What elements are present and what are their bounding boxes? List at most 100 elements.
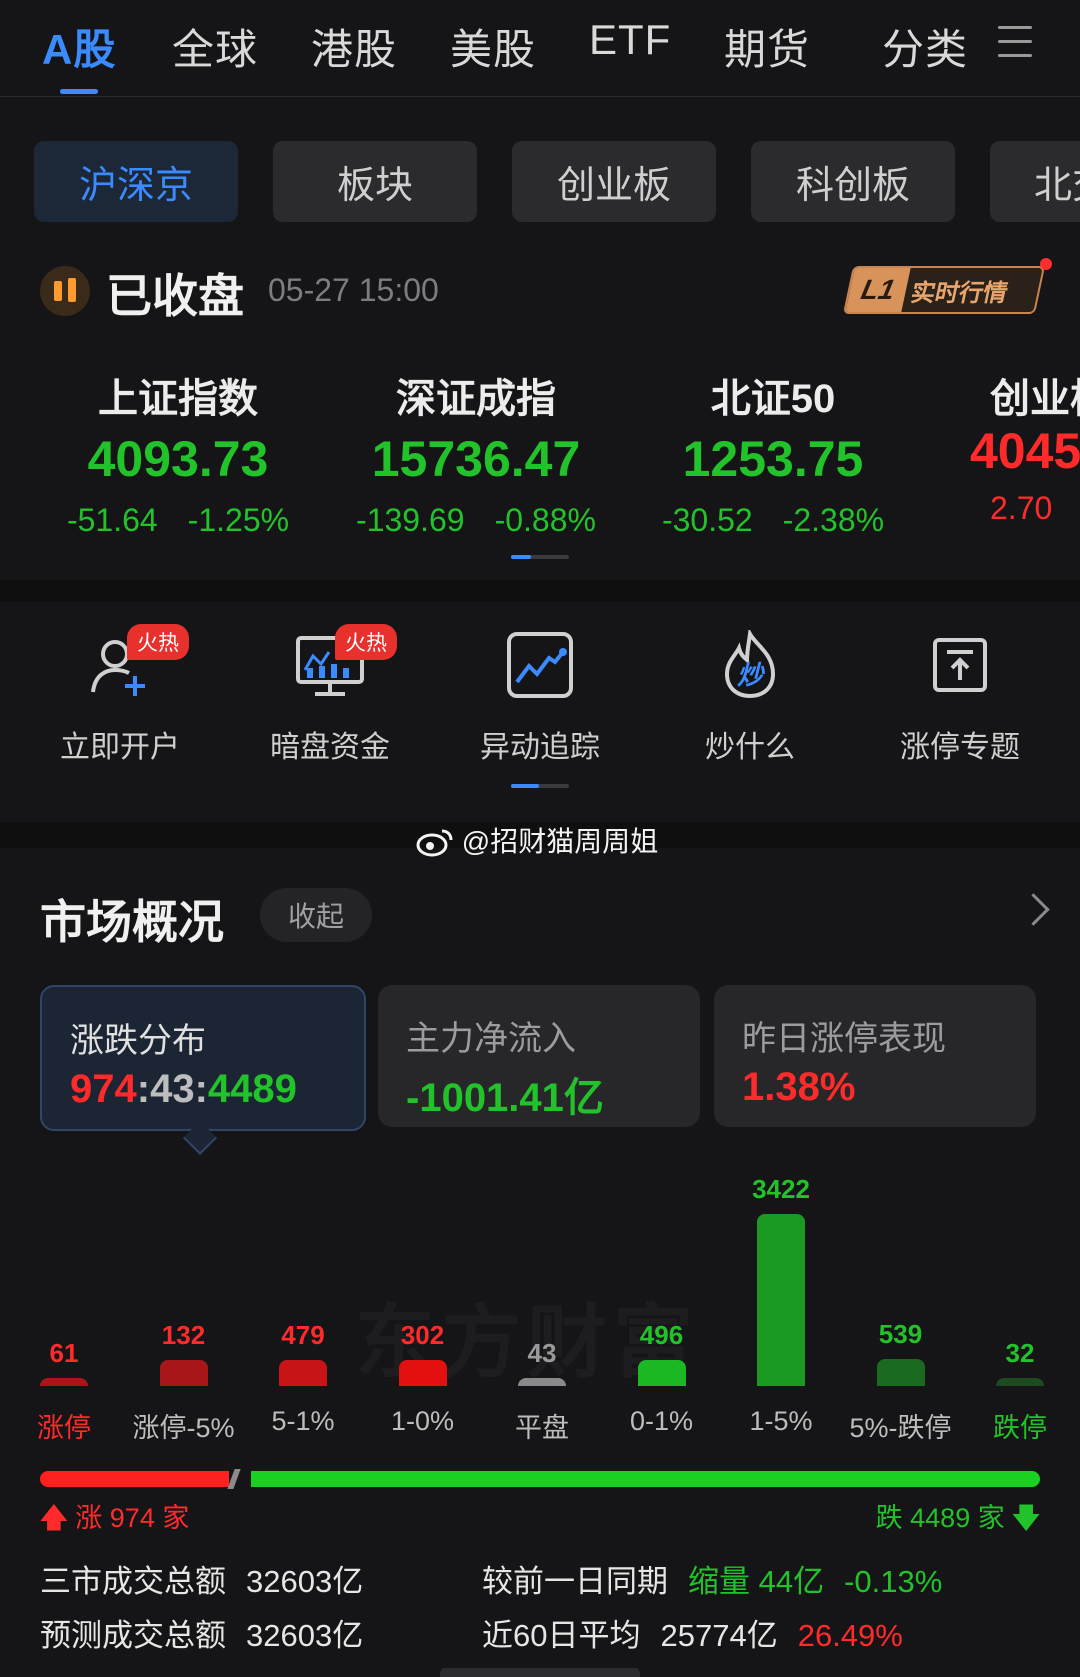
chart-value-label: 132	[161, 1320, 206, 1350]
shortcut-limit-up-topic[interactable]: 涨停专题	[870, 630, 1050, 766]
chart-value-label: 43	[527, 1338, 557, 1368]
chart-bar	[398, 1360, 447, 1386]
index-value: 4093.73	[87, 431, 269, 487]
index-card-chinext[interactable]: 创业板 4045 2.70	[960, 366, 1080, 536]
tab-global[interactable]: 全球	[172, 16, 258, 77]
index-card-sse[interactable]: 上证指数 4093.73 -51.64 -1.25%	[28, 366, 328, 539]
separator: :	[136, 1067, 151, 1111]
card-value: -1001.41亿	[406, 1076, 604, 1120]
stat-value: 32603亿	[246, 1564, 364, 1599]
menu-icon[interactable]	[998, 26, 1032, 60]
stat-pct: 26.49%	[797, 1618, 903, 1653]
card-value: 1.38%	[742, 1065, 856, 1109]
weibo-watermark: @招财猫周周姐	[416, 820, 658, 860]
subtab-star[interactable]: 科创板	[751, 141, 955, 222]
index-card-bse50[interactable]: 北证50 1253.75 -30.52 -2.38%	[623, 366, 923, 539]
subtab-hushenjing[interactable]: 沪深京	[34, 141, 238, 222]
chart-bar	[279, 1360, 327, 1386]
shortcut-anomaly-tracking[interactable]: 异动追踪	[450, 630, 630, 788]
stat-pct: -0.13%	[844, 1564, 943, 1599]
collapse-button[interactable]: 收起	[260, 888, 372, 942]
user-add-icon: 火热	[85, 624, 189, 700]
monitor-chart-icon: 火热	[295, 624, 397, 700]
subtab-chinext[interactable]: 创业板	[512, 141, 716, 222]
chart-category-label: 跌停	[993, 1413, 1047, 1443]
flat-count: 43	[150, 1067, 195, 1111]
stat-vs-previous: 较前一日同期 缩量 44亿 -0.13%	[482, 1556, 942, 1601]
index-value: 4045	[970, 423, 1080, 479]
card-yesterday-limit-up[interactable]: 昨日涨停表现 1.38%	[714, 985, 1036, 1127]
chart-value-label: 496	[639, 1320, 684, 1350]
tab-etf[interactable]: ETF	[589, 16, 671, 64]
index-name: 上证指数	[98, 377, 258, 421]
market-overview-title: 市场概况	[40, 896, 224, 948]
l1-realtime-badge[interactable]: L1 实时行情	[842, 266, 1046, 314]
stat-value: 32603亿	[246, 1618, 364, 1653]
chart-value-label: 61	[49, 1338, 79, 1368]
index-pager	[511, 555, 569, 559]
ratio-gap	[227, 1469, 241, 1489]
tab-us[interactable]: 美股	[450, 16, 536, 77]
market-status: 已收盘 05-27 15:00 L1 实时行情	[40, 258, 1060, 324]
arrow-down-icon: 🡇	[1012, 1503, 1040, 1533]
market-tabs: A股 全球 港股 美股 ETF 期货 分类	[0, 0, 1080, 97]
chart-category-label: 0-1%	[629, 1406, 694, 1436]
index-name: 深证成指	[396, 377, 556, 421]
chart-bar	[159, 1360, 208, 1386]
weibo-icon	[416, 826, 462, 857]
tab-a-shares[interactable]: A股	[42, 16, 116, 77]
card-title: 昨日涨停表现	[742, 1020, 946, 1058]
chart-value-label: 479	[281, 1320, 325, 1350]
shortcut-open-account[interactable]: 火热 立即开户	[30, 624, 210, 766]
flame-chao-icon: 炒	[715, 627, 785, 700]
active-tab-indicator	[60, 89, 98, 94]
card-value: 974:43:4489	[70, 1067, 297, 1112]
card-advance-decline[interactable]: 涨跌分布 974:43:4489	[40, 985, 366, 1131]
tab-futures[interactable]: 期货	[724, 16, 810, 77]
down-count-label: 跌 4489 家 🡇	[876, 1496, 1040, 1545]
chart-category-label: 平盘	[515, 1413, 569, 1443]
chart-category-label: 5%-跌停	[849, 1413, 952, 1443]
card-main-net-inflow[interactable]: 主力净流入 -1001.41亿	[378, 985, 700, 1127]
chart-category-label: 5-1%	[271, 1406, 335, 1436]
shortcut-dark-pool[interactable]: 火热 暗盘资金	[240, 624, 420, 766]
down-label-text: 跌 4489 家	[875, 1503, 1005, 1533]
bottom-handle[interactable]	[440, 1668, 640, 1677]
index-change-pct: -2.38%	[782, 502, 885, 538]
index-change: -51.64 -1.25%	[28, 502, 328, 539]
stat-label: 较前一日同期	[482, 1564, 668, 1599]
subtab-bse-label: 北交	[1034, 165, 1080, 207]
chart-bar	[637, 1360, 686, 1386]
shortcut-what-to-trade[interactable]: 炒 炒什么	[660, 627, 840, 766]
stat-label: 近60日平均	[482, 1618, 641, 1653]
l1-label: L1	[845, 268, 911, 312]
index-name: 创业板	[990, 377, 1080, 421]
chart-category-label: 涨停	[37, 1413, 91, 1443]
card-title: 涨跌分布	[70, 1022, 206, 1060]
candlestick-icon	[40, 266, 90, 316]
tab-hk[interactable]: 港股	[311, 16, 397, 77]
chevron-right-icon[interactable]	[1017, 893, 1050, 926]
stat-total-turnover: 三市成交总额 32603亿	[40, 1556, 363, 1601]
shortcut-label: 异动追踪	[480, 731, 600, 764]
stat-value: 25774亿	[660, 1618, 778, 1653]
chart-bar	[876, 1359, 925, 1386]
index-change-abs: -30.52	[661, 502, 753, 538]
chart-bar	[518, 1378, 566, 1386]
section-divider	[0, 580, 1080, 602]
ratio-up-segment	[40, 1471, 229, 1487]
separator: :	[194, 1067, 208, 1111]
upload-box-icon	[925, 630, 995, 700]
index-name: 北证50	[710, 377, 836, 421]
chart-value-label: 3422	[752, 1174, 810, 1204]
index-change: -30.52 -2.38%	[623, 502, 923, 539]
tab-category[interactable]: 分类	[882, 16, 968, 77]
chart-category-label: 1-5%	[749, 1406, 813, 1436]
index-change-abs: 2.70	[990, 490, 1053, 526]
subtab-sector[interactable]: 板块	[273, 141, 477, 222]
subtab-bse[interactable]: 北交	[990, 141, 1080, 222]
shortcut-label: 立即开户	[60, 731, 180, 764]
arrow-up-icon: 🡅	[40, 1503, 68, 1533]
up-count: 974	[70, 1067, 137, 1111]
index-card-szse[interactable]: 深证成指 15736.47 -139.69 -0.88%	[326, 366, 626, 539]
